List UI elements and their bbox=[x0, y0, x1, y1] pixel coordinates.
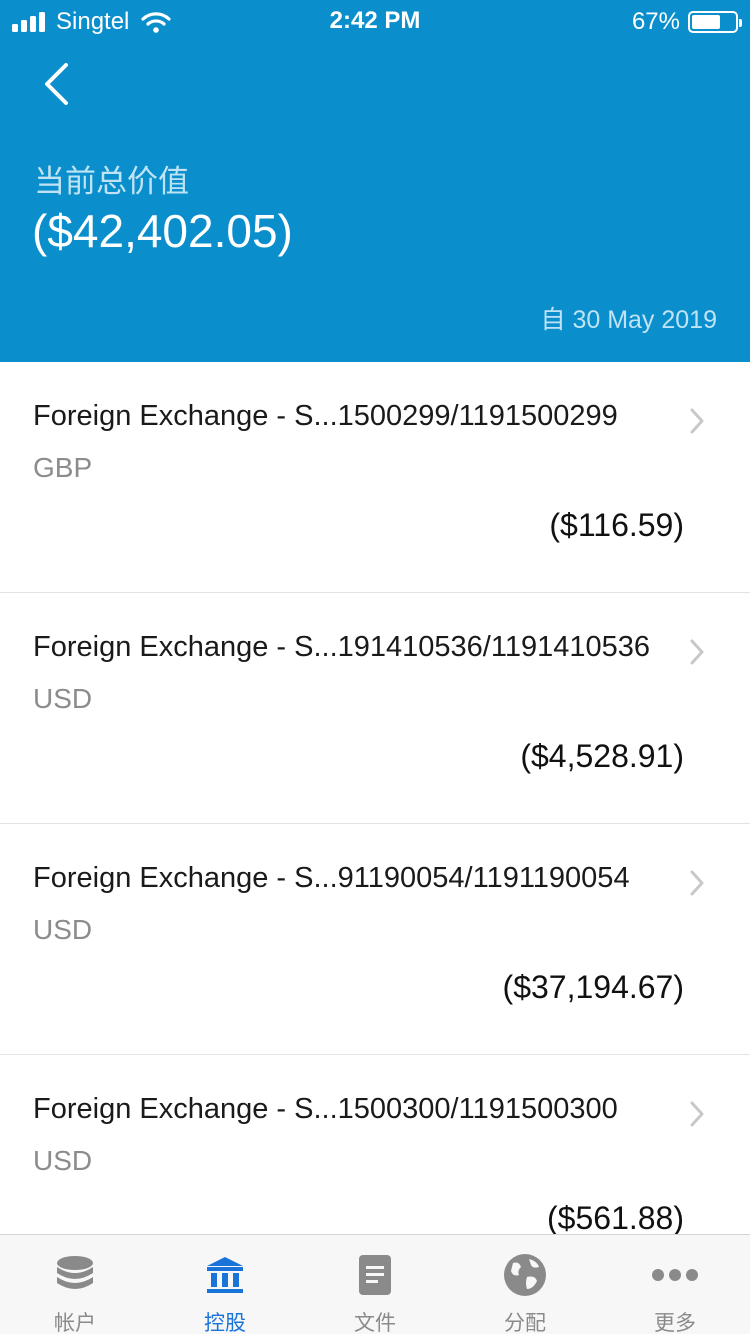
holding-title: Foreign Exchange - S...191410536/1191410… bbox=[33, 631, 651, 663]
header: Singtel 2:42 PM 67% 当前总价值 ($42,402.05) 自… bbox=[0, 0, 750, 362]
holding-currency: USD bbox=[33, 1145, 93, 1176]
tab-label: 分配 bbox=[504, 1312, 546, 1334]
holding-row[interactable]: Foreign Exchange - S...1500300/119150030… bbox=[0, 1055, 750, 1234]
tab-documents[interactable]: 文件 bbox=[300, 1235, 450, 1334]
holdings-list: Foreign Exchange - S...1500299/119150029… bbox=[0, 362, 750, 1234]
globe-icon bbox=[501, 1251, 549, 1299]
document-icon bbox=[351, 1251, 399, 1299]
holding-amount: ($4,528.91) bbox=[520, 738, 684, 774]
tab-allocation[interactable]: 分配 bbox=[450, 1235, 600, 1334]
database-icon bbox=[51, 1251, 99, 1299]
chevron-right-icon bbox=[690, 1101, 704, 1127]
battery-icon bbox=[688, 11, 742, 33]
holding-title: Foreign Exchange - S...1500300/119150030… bbox=[33, 1093, 618, 1125]
holding-row[interactable]: Foreign Exchange - S...191410536/1191410… bbox=[0, 593, 750, 824]
back-button[interactable] bbox=[32, 56, 80, 112]
holding-row[interactable]: Foreign Exchange - S...91190054/11911900… bbox=[0, 824, 750, 1055]
tab-bar: 帐户 控股 文件 分配 更多 bbox=[0, 1234, 750, 1334]
chevron-right-icon bbox=[690, 870, 704, 896]
holding-amount: ($37,194.67) bbox=[502, 969, 684, 1005]
tab-more[interactable]: 更多 bbox=[600, 1235, 750, 1334]
holding-amount: ($561.88) bbox=[547, 1200, 684, 1234]
holding-title: Foreign Exchange - S...1500299/119150029… bbox=[33, 400, 618, 432]
bank-icon bbox=[201, 1251, 249, 1299]
battery-percent: 67% bbox=[631, 8, 680, 35]
holding-amount: ($116.59) bbox=[549, 507, 684, 543]
tab-label: 控股 bbox=[204, 1312, 246, 1334]
holding-title: Foreign Exchange - S...91190054/11911900… bbox=[33, 862, 630, 894]
chevron-right-icon bbox=[690, 408, 704, 434]
total-value-amount: ($42,402.05) bbox=[32, 205, 293, 257]
tab-label: 更多 bbox=[654, 1312, 696, 1334]
total-value-label: 当前总价值 bbox=[34, 164, 189, 199]
tab-accounts[interactable]: 帐户 bbox=[0, 1235, 150, 1334]
chevron-left-icon bbox=[45, 63, 68, 105]
as-of-date: 自 30 May 2019 bbox=[540, 306, 718, 334]
tab-label: 文件 bbox=[354, 1312, 396, 1334]
more-icon bbox=[651, 1251, 699, 1299]
status-bar: Singtel 2:42 PM 67% bbox=[0, 0, 750, 40]
tab-label: 帐户 bbox=[54, 1312, 96, 1334]
holding-row[interactable]: Foreign Exchange - S...1500299/119150029… bbox=[0, 362, 750, 593]
tab-holdings[interactable]: 控股 bbox=[150, 1235, 300, 1334]
holding-currency: GBP bbox=[33, 452, 93, 483]
holding-currency: USD bbox=[33, 683, 93, 714]
chevron-right-icon bbox=[690, 639, 704, 665]
holding-currency: USD bbox=[33, 914, 93, 945]
